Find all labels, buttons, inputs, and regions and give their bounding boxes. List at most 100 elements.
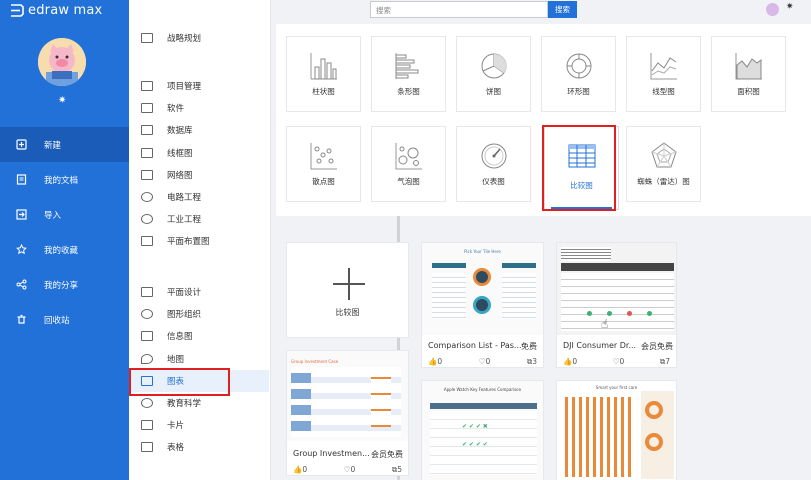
template-thumbnail	[557, 243, 676, 335]
category-item-wireframe[interactable]: 线框图	[129, 142, 269, 164]
settings-sun-icon[interactable]: ✷	[58, 95, 66, 106]
heart-stat[interactable]: ♡0	[613, 357, 625, 367]
chart-type-bar[interactable]: 柱状图	[286, 36, 361, 112]
search-input[interactable]: 搜索	[370, 1, 548, 18]
education-icon	[141, 398, 153, 409]
category-panel: 战略规划 项目管理 软件 数据库 线框图 网络图 电路工程 工业工程 平面布置图…	[129, 0, 400, 480]
template-thumbnail: Smart your first care	[557, 381, 676, 480]
category-item-cards[interactable]: 卡片	[129, 414, 269, 436]
category-label: 项目管理	[167, 82, 202, 93]
category-item-industrial[interactable]: 工业工程	[129, 208, 269, 230]
highlight-box-comparison	[542, 125, 616, 211]
sidebar-item-import[interactable]: 导入	[0, 197, 129, 232]
sidebar-item-new[interactable]: 新建	[0, 127, 129, 162]
theme-sun-icon[interactable]: ✷	[786, 2, 794, 12]
chart-type-horizontal-bar[interactable]: 条形图	[371, 36, 446, 112]
blank-template-label: 比较图	[335, 308, 360, 317]
like-stat[interactable]: 👍0	[293, 465, 307, 475]
template-card[interactable]: Smart your first care	[556, 380, 677, 480]
category-item-organizer[interactable]: 图形组织	[129, 303, 269, 325]
copy-stat[interactable]: ⧉3	[527, 357, 537, 367]
like-stat[interactable]: 👍0	[428, 357, 442, 367]
database-icon	[141, 125, 153, 136]
template-thumbnail: Group Investment Case	[287, 351, 408, 441]
plus-icon	[333, 268, 365, 300]
copy-stat[interactable]: ⧉5	[392, 465, 402, 475]
industrial-icon	[141, 214, 153, 225]
price-badge: 会员免费	[371, 450, 403, 459]
circuit-icon	[141, 192, 153, 203]
sidebar-item-trash[interactable]: 回收站	[0, 302, 129, 337]
chart-type-line[interactable]: 线型图	[626, 36, 701, 112]
hand-cursor-icon: ☝	[601, 317, 609, 331]
category-label: 电路工程	[167, 193, 202, 204]
chart-type-label: 环形图	[567, 87, 590, 96]
chart-type-label: 散点图	[312, 177, 335, 186]
chart-type-radar[interactable]: 蜘蛛（雷达）图	[626, 126, 701, 202]
sidebar-item-favorites[interactable]: 我的收藏	[0, 232, 129, 267]
category-item-graphic-design[interactable]: 平面设计	[129, 281, 269, 303]
category-label: 工业工程	[167, 215, 202, 226]
donut-chart-icon	[566, 53, 591, 79]
template-card[interactable]: DJI Consumer Dr... 会员免费 👍0 ♡0 ⧉7 ☝	[556, 242, 677, 368]
category-item-network[interactable]: 网络图	[129, 164, 269, 186]
share-icon	[16, 279, 27, 290]
category-item-circuit[interactable]: 电路工程	[129, 186, 269, 208]
heart-stat[interactable]: ♡0	[479, 357, 491, 367]
category-label: 网络图	[167, 170, 193, 181]
template-card[interactable]: Group Investment Case Group Investmen...…	[286, 350, 409, 476]
chart-type-bubble[interactable]: 气泡图	[371, 126, 446, 202]
category-label: 战略规划	[167, 34, 202, 45]
category-item-software[interactable]: 软件	[129, 97, 269, 119]
chart-type-label: 线型图	[652, 87, 675, 96]
import-icon	[16, 209, 27, 220]
category-label: 平面设计	[167, 288, 202, 299]
sidebar-item-shared[interactable]: 我的分享	[0, 267, 129, 302]
category-item-tables[interactable]: 表格	[129, 436, 269, 458]
horizontal-bar-icon	[395, 53, 418, 79]
category-item-floorplan[interactable]: 平面布置图	[129, 230, 269, 252]
template-card[interactable]: Pick Your Tile Here Comparison List - Pa…	[421, 242, 544, 368]
chart-type-label: 仪表图	[482, 177, 505, 186]
gauge-chart-icon	[481, 143, 506, 169]
sidebar-item-label: 新建	[44, 140, 62, 151]
category-item-strategy[interactable]: 战略规划	[129, 27, 269, 49]
scatter-chart-icon	[310, 143, 337, 170]
category-label: 地图	[167, 354, 185, 365]
category-item-project[interactable]: 项目管理	[129, 75, 269, 97]
chart-type-label: 蜘蛛（雷达）图	[637, 177, 690, 186]
like-stat[interactable]: 👍0	[563, 357, 577, 367]
chart-type-donut[interactable]: 环形图	[541, 36, 616, 112]
table-icon	[141, 442, 153, 453]
chart-type-gauge[interactable]: 仪表图	[456, 126, 531, 202]
card-icon	[141, 420, 153, 431]
category-label: 线框图	[167, 148, 193, 159]
heart-stat[interactable]: ♡0	[344, 465, 356, 475]
category-item-database[interactable]: 数据库	[129, 119, 269, 141]
category-label: 信息图	[167, 332, 193, 343]
chart-type-scatter[interactable]: 散点图	[286, 126, 361, 202]
wireframe-icon	[141, 147, 153, 158]
category-label: 卡片	[167, 421, 185, 432]
thumb-title: Group Investment Case	[291, 359, 339, 364]
app-name: edraw max	[28, 3, 103, 18]
app-window: edraw max ✷ 新建 我的文档 导入 我的收藏 我的分享 回收站 战略规…	[0, 0, 811, 480]
copy-stat[interactable]: ⧉7	[660, 357, 670, 367]
search-button[interactable]: 搜索	[548, 1, 577, 18]
user-avatar-small[interactable]	[766, 3, 779, 16]
template-card[interactable]: Apple Watch Key Features Comparison ✔ ✔ …	[421, 380, 544, 480]
category-item-map[interactable]: 地图	[129, 348, 269, 370]
blank-template-card[interactable]: 比较图	[286, 242, 409, 338]
project-icon	[141, 81, 153, 92]
sidebar-item-my-documents[interactable]: 我的文档	[0, 162, 129, 197]
category-label: 教育科学	[167, 399, 202, 410]
user-avatar[interactable]	[38, 38, 86, 86]
documents-icon	[16, 174, 27, 185]
chart-type-area[interactable]: 面积图	[711, 36, 786, 112]
chart-type-pie[interactable]: 饼图	[456, 36, 531, 112]
sidebar-item-label: 我的收藏	[44, 245, 79, 256]
category-item-infographic[interactable]: 信息图	[129, 325, 269, 347]
category-label: 表格	[167, 443, 185, 454]
bar-chart-icon	[310, 53, 337, 80]
app-logo: edraw max	[10, 3, 102, 18]
